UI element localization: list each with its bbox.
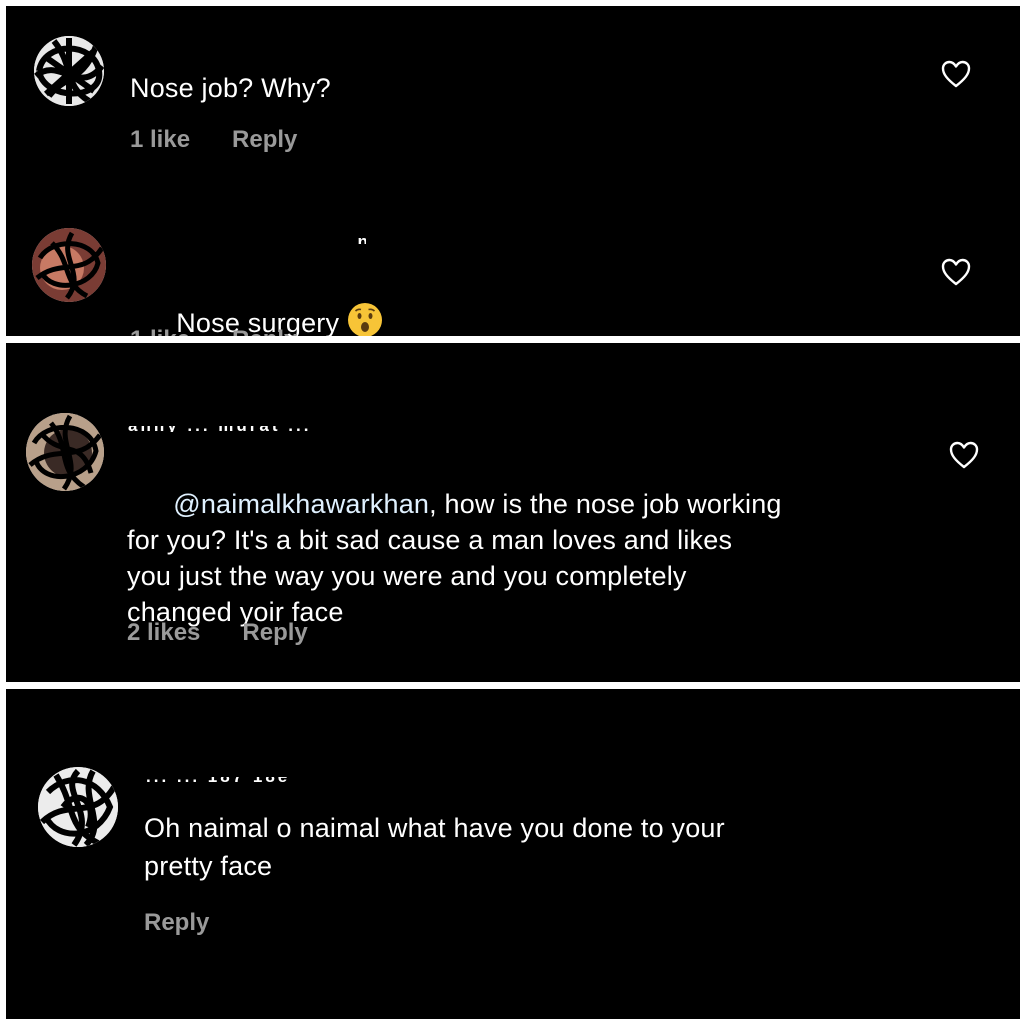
username[interactable]: ..n — [342, 238, 366, 244]
comment-meta: 1 like Reply — [130, 326, 297, 336]
avatar[interactable] — [38, 767, 118, 847]
comment-2: ..n Nose surgery 1 like Reply — [6, 206, 1020, 336]
avatar[interactable] — [32, 228, 106, 302]
screenshot-panel-2: anny ... murat ... @naimalkhawarkhan, ho… — [6, 343, 1020, 682]
comment-4: ... ... 187 18e Oh naimal o naimal what … — [6, 689, 1020, 1019]
avatar[interactable] — [34, 36, 104, 106]
comment-meta: 1 like Reply — [130, 126, 297, 154]
comment-3: anny ... murat ... @naimalkhawarkhan, ho… — [6, 343, 1020, 682]
scribbled-avatar-image — [32, 228, 106, 302]
reply-button[interactable]: Reply — [232, 126, 297, 154]
likes-count[interactable]: 1 like — [130, 126, 190, 154]
avatar[interactable] — [26, 413, 104, 491]
screenshot-panel-1: Nose job? Why? 1 like Reply ..n Nose sur… — [6, 6, 1020, 336]
reply-button[interactable]: Reply — [144, 909, 209, 937]
comment-1: Nose job? Why? 1 like Reply — [6, 6, 1020, 166]
reply-button[interactable]: Reply — [242, 619, 307, 647]
heart-outline-icon[interactable] — [941, 60, 971, 88]
mention-link[interactable]: @naimalkhawarkhan — [173, 489, 429, 519]
username[interactable]: ... ... 187 18e — [146, 777, 411, 783]
likes-count[interactable]: 2 likes — [127, 619, 200, 647]
username[interactable]: anny ... murat ... — [128, 426, 378, 432]
screenshot-panel-3: ... ... 187 18e Oh naimal o naimal what … — [6, 689, 1020, 1019]
scribbled-avatar-image — [34, 36, 104, 106]
reply-button[interactable]: Reply — [232, 326, 297, 336]
scribbled-avatar-image — [26, 413, 104, 491]
comment-text: Nose job? Why? — [130, 73, 331, 103]
heart-outline-icon[interactable] — [941, 258, 971, 286]
likes-count[interactable]: 1 like — [130, 326, 190, 336]
heart-outline-icon[interactable] — [949, 441, 979, 469]
comment-meta: 2 likes Reply — [127, 619, 308, 647]
comment-meta: Reply — [144, 909, 209, 937]
comment-text: Oh naimal o naimal what have you done to… — [144, 813, 725, 881]
scribbled-avatar-image — [38, 767, 118, 847]
